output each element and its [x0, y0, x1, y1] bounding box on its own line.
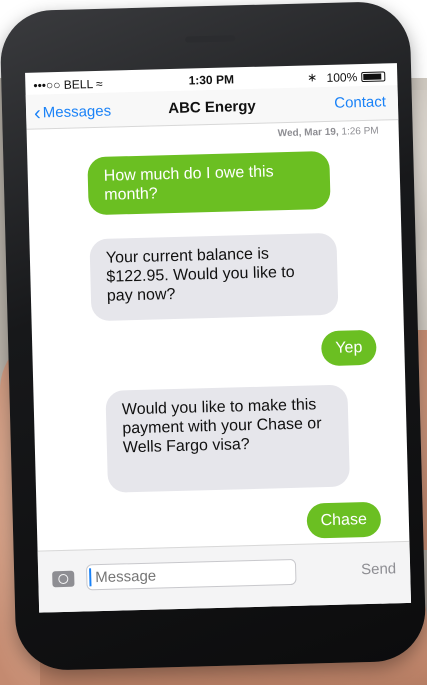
battery-icon: [361, 71, 386, 83]
send-button[interactable]: Send: [361, 560, 396, 578]
message-timestamp: Wed, Mar 19, 1:26 PM: [278, 126, 379, 140]
contact-button[interactable]: Contact: [334, 93, 386, 111]
message-bubble-outgoing[interactable]: Chase: [306, 501, 382, 539]
timestamp-day: Wed, Mar 19,: [277, 126, 339, 140]
timestamp-time: 1:26 PM: [341, 125, 379, 138]
message-thread[interactable]: Wed, Mar 19, 1:26 PM How much do I owe t…: [27, 121, 410, 551]
message-bubble-outgoing[interactable]: Yep: [320, 329, 377, 367]
earpiece-speaker: [185, 35, 236, 43]
text-cursor: [89, 568, 92, 587]
message-input[interactable]: [85, 558, 297, 591]
phone-device: •••○○ BELL ≈ 1:30 PM ∗ 100% ‹Messages AB…: [0, 0, 427, 672]
message-composer: Send: [37, 540, 412, 613]
message-bubble-outgoing[interactable]: How much do I owe this month?: [87, 150, 331, 216]
camera-icon[interactable]: [52, 570, 75, 588]
bluetooth-icon: ∗: [307, 70, 318, 85]
phone-screen: •••○○ BELL ≈ 1:30 PM ∗ 100% ‹Messages AB…: [25, 63, 412, 613]
battery-percent: 100%: [326, 70, 358, 85]
message-bubble-incoming[interactable]: Would you like to make this payment with…: [105, 384, 350, 493]
message-bubble-incoming[interactable]: Your current balance is $122.95. Would y…: [89, 232, 339, 322]
